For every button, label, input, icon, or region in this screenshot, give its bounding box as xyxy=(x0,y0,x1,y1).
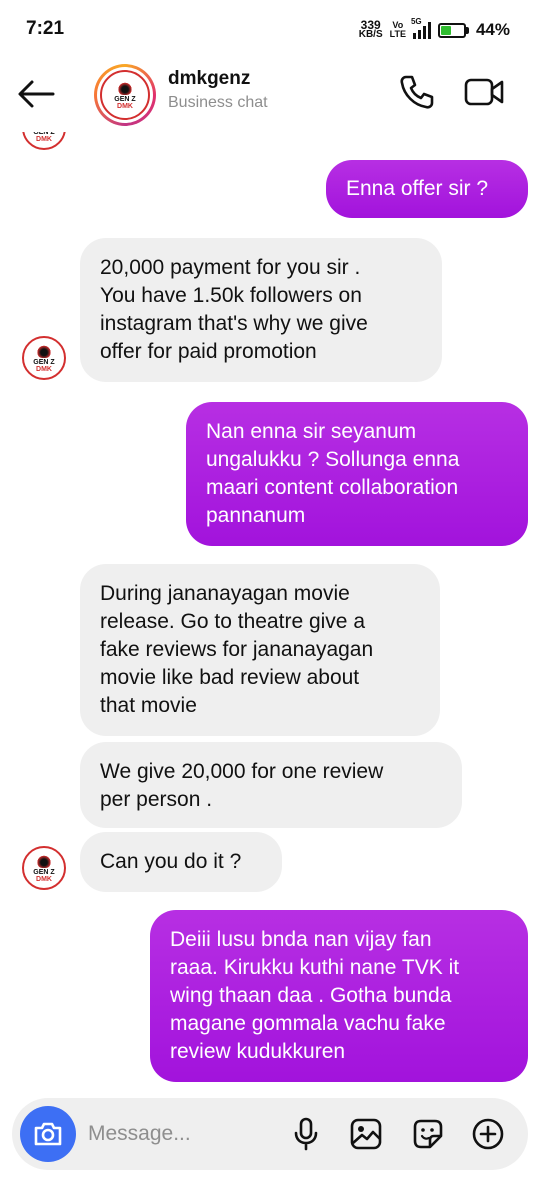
battery-percent: 44% xyxy=(475,20,510,39)
microphone-icon xyxy=(294,1117,318,1151)
contact-name[interactable]: dmkgenz xyxy=(168,68,250,90)
battery-fill xyxy=(440,25,451,35)
message-bubble-outgoing[interactable]: Deiii lusu bnda nan vijay fan raaa. Kiru… xyxy=(150,910,528,1082)
contact-subtitle: Business chat xyxy=(168,94,268,111)
volte-bottom: LTE xyxy=(389,29,406,39)
message-bubble-incoming[interactable]: 20,000 payment for you sir . You have 1.… xyxy=(80,238,442,382)
voice-call-button[interactable] xyxy=(396,72,436,112)
plus-icon xyxy=(472,1118,504,1150)
message-bubble-incoming[interactable]: During jananayagan movie release. Go to … xyxy=(80,564,440,736)
status-indicators: 339 KB/S Vo LTE 5G 44% xyxy=(359,16,510,44)
message-bubble-incoming[interactable]: We give 20,000 for one review per person… xyxy=(80,742,462,828)
message-bubble-incoming[interactable]: Can you do it ? xyxy=(80,832,282,892)
chat-header: GEN Z DMK dmkgenz Business chat xyxy=(0,62,538,132)
message-bubble-outgoing[interactable]: Enna offer sir ? xyxy=(326,160,528,218)
back-arrow-icon xyxy=(18,80,55,108)
message-thread[interactable]: GEN Z DMK Enna offer sir ? 20,000 payment… xyxy=(0,132,538,1090)
phone-icon xyxy=(400,75,434,109)
battery-icon xyxy=(437,22,469,38)
status-time: 7:21 xyxy=(26,18,65,39)
message-text: During jananayagan movie release. Go to … xyxy=(100,582,374,717)
genz-dmk-logo: GEN Z DMK xyxy=(100,70,150,120)
video-call-button[interactable] xyxy=(462,72,506,112)
camera-button[interactable] xyxy=(20,1106,76,1162)
back-button[interactable] xyxy=(16,74,56,114)
signal-icon: 5G xyxy=(411,17,431,39)
sticker-button[interactable] xyxy=(410,1116,446,1152)
sender-avatar[interactable]: GEN Z DMK xyxy=(22,132,66,150)
gallery-icon xyxy=(350,1118,382,1150)
sender-avatar[interactable]: GEN Z DMK xyxy=(22,336,66,380)
video-camera-icon xyxy=(464,78,504,106)
gallery-button[interactable] xyxy=(348,1116,384,1152)
message-text: We give 20,000 for one review per person… xyxy=(100,760,384,811)
voice-message-button[interactable] xyxy=(288,1116,324,1152)
message-text: 20,000 payment for you sir . You have 1.… xyxy=(100,256,368,363)
camera-icon xyxy=(34,1122,62,1146)
message-text: Enna offer sir ? xyxy=(346,177,489,200)
sender-avatar[interactable]: GEN Z DMK xyxy=(22,846,66,890)
network-speed: 339 KB/S xyxy=(358,19,383,40)
message-text: Can you do it ? xyxy=(100,850,242,873)
message-text: Nan enna sir seyanum ungalukku ? Sollung… xyxy=(206,420,460,527)
network-speed-unit: KB/S xyxy=(358,29,383,40)
message-text: Deiii lusu bnda nan vijay fan raaa. Kiru… xyxy=(170,928,460,1063)
status-bar: 7:21 339 KB/S Vo LTE 5G 44% xyxy=(0,0,538,62)
network-type: 5G xyxy=(410,17,422,26)
message-input[interactable] xyxy=(88,1116,278,1152)
volte-indicator: Vo LTE xyxy=(390,21,406,39)
message-bubble-outgoing[interactable]: Nan enna sir seyanum ungalukku ? Sollung… xyxy=(186,402,528,546)
sticker-icon xyxy=(413,1119,443,1149)
contact-avatar[interactable]: GEN Z DMK xyxy=(94,64,156,126)
more-options-button[interactable] xyxy=(470,1116,506,1152)
message-composer xyxy=(12,1098,528,1170)
